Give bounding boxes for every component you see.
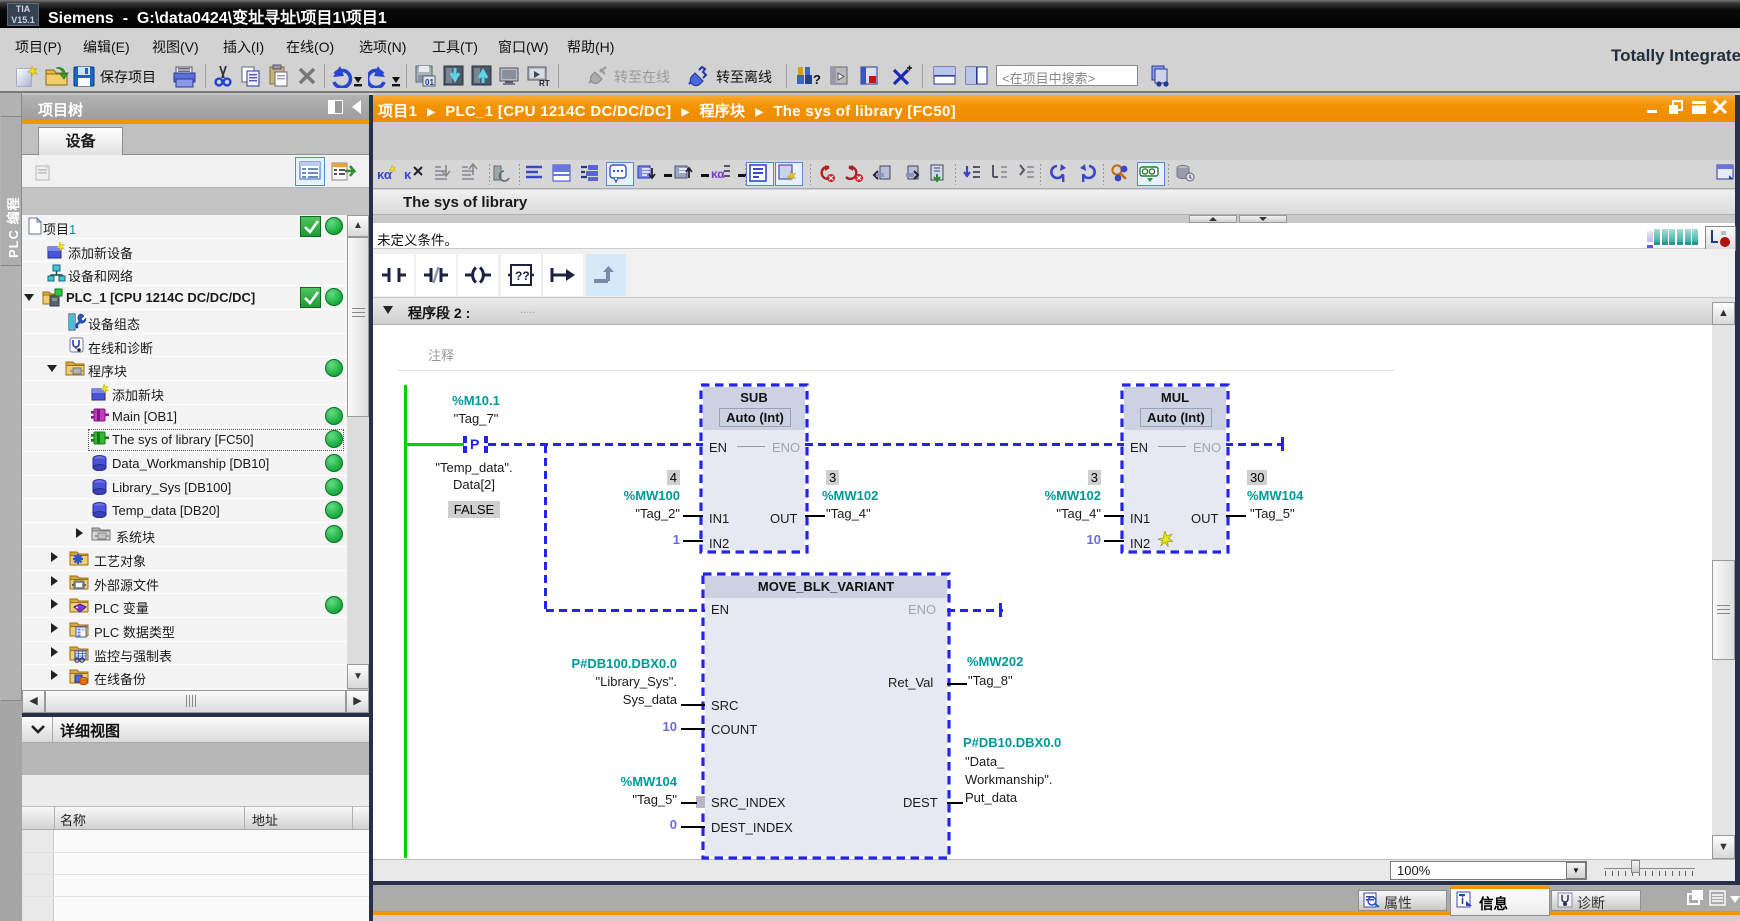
- svg-text:RT: RT: [539, 79, 550, 88]
- svg-text:i: i: [1461, 895, 1464, 907]
- svg-text:01: 01: [425, 78, 434, 87]
- svg-text:?: ?: [813, 72, 821, 87]
- svg-text:??: ??: [515, 269, 530, 283]
- svg-text:κα: κα: [711, 167, 725, 181]
- svg-text:κα: κα: [377, 167, 392, 182]
- svg-text:κ: κ: [404, 167, 412, 182]
